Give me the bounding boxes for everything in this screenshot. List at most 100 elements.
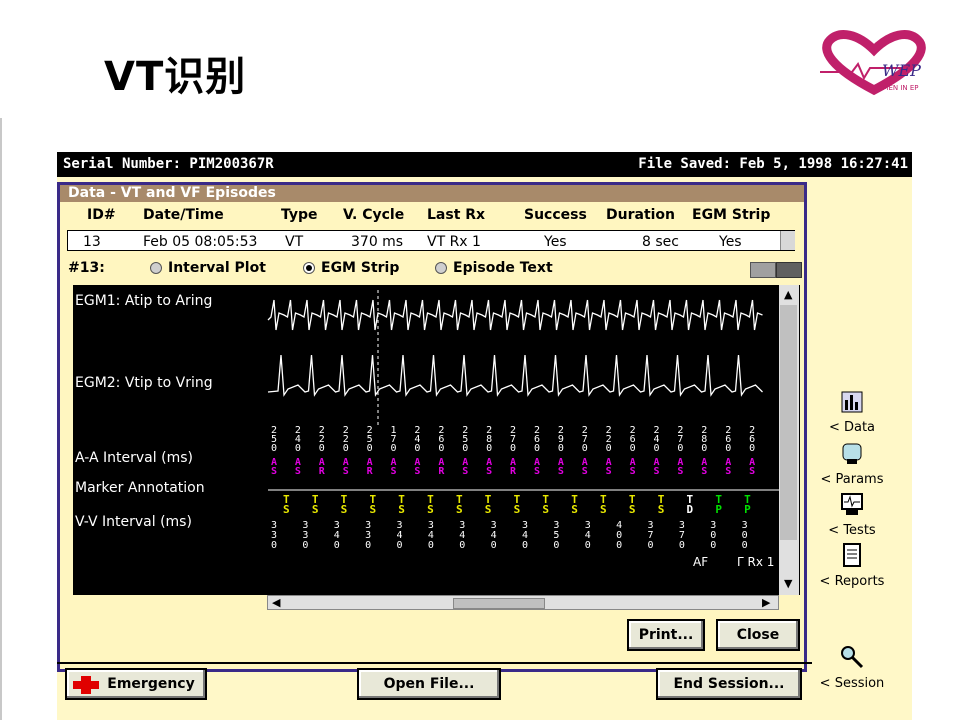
egm-strip-canvas: 2502402202202501702402602502802702602902… (267, 290, 779, 551)
hscroll-thumb[interactable] (453, 598, 545, 609)
aa-interval-digit: 0 (319, 443, 325, 454)
radio-dot-icon (435, 262, 447, 274)
vv-interval-digit: 0 (710, 540, 716, 551)
aa-interval-digit: 0 (271, 443, 277, 454)
sidebar-item-data[interactable]: < Data (817, 388, 887, 435)
atrial-marker: S (414, 466, 420, 477)
print-button[interactable]: Print... (627, 619, 705, 651)
atrial-marker: S (725, 466, 731, 477)
vv-interval-digit: 0 (679, 540, 685, 551)
atrial-marker: S (582, 466, 588, 477)
sidebar-label: < Session (819, 676, 885, 691)
radio-label: Interval Plot (168, 260, 266, 276)
row-scrollbar[interactable] (780, 231, 795, 250)
sidebar-label: < Tests (828, 523, 876, 538)
atrial-marker: R (510, 466, 517, 477)
egm2-trace (267, 354, 763, 397)
egm-strip-view: 2502402202202501702402602502802702602902… (73, 285, 800, 595)
vv-interval-digit: 0 (365, 540, 371, 551)
cell-type: VT (285, 234, 304, 250)
zoom-toggle-button[interactable] (776, 262, 802, 278)
atrial-marker: R (438, 466, 445, 477)
tests-monitor-icon (841, 493, 863, 515)
file-saved: File Saved: Feb 5, 1998 16:27:41 (638, 156, 908, 172)
scroll-thumb[interactable] (780, 305, 797, 540)
annotation-rx: Γ Rx 1 (737, 555, 775, 569)
scroll-left-icon[interactable]: ◀ (272, 596, 280, 609)
reports-document-icon (843, 543, 861, 567)
sidebar-label: < Params (820, 472, 884, 487)
atrial-marker: S (653, 466, 659, 477)
atrial-marker: S (271, 466, 277, 477)
cell-id: 13 (83, 234, 101, 250)
col-id: ID# (87, 207, 116, 223)
view-egm-strip-radio[interactable]: EGM Strip (303, 260, 399, 276)
cell-egm: Yes (719, 234, 742, 250)
vv-interval-digit: 0 (302, 540, 308, 551)
sidebar-label: < Data (828, 420, 876, 435)
ventricular-marker: S (456, 503, 463, 516)
ventricular-marker: S (571, 503, 578, 516)
ventricular-marker: S (514, 503, 521, 516)
heart-logo-icon: WEP WOMEN IN EP (820, 30, 926, 96)
aa-interval-digit: 0 (606, 443, 612, 454)
cell-success: Yes (544, 234, 567, 250)
view-interval-plot-radio[interactable]: Interval Plot (150, 260, 266, 276)
atrial-marker: S (630, 466, 636, 477)
ventricular-marker: S (658, 503, 665, 516)
atrial-marker: S (701, 466, 707, 477)
aa-interval-digit: 0 (677, 443, 683, 454)
ventricular-marker: S (485, 503, 492, 516)
aa-interval-digit: 0 (343, 443, 349, 454)
vv-interval-digit: 0 (742, 540, 748, 551)
atrial-marker: S (391, 466, 397, 477)
sidebar-item-tests[interactable]: < Tests (817, 491, 887, 538)
scroll-up-icon[interactable]: ▲ (784, 288, 792, 301)
open-file-button[interactable]: Open File... (357, 668, 501, 700)
egm2-label: EGM2: Vtip to Vring (75, 375, 213, 391)
logo-caption: WOMEN IN EP (870, 84, 919, 92)
sidebar-item-session[interactable]: < Session (817, 644, 887, 691)
ventricular-marker: S (398, 503, 405, 516)
logo-text: WEP (882, 61, 921, 80)
atrial-marker: S (558, 466, 564, 477)
atrial-marker: S (534, 466, 540, 477)
vv-interval-digit: 0 (459, 540, 465, 551)
atrial-marker: R (367, 466, 374, 477)
scroll-right-icon[interactable]: ▶ (762, 596, 770, 609)
vv-interval-digit: 0 (616, 540, 622, 551)
end-session-button[interactable]: End Session... (656, 668, 802, 700)
aa-interval-label: A-A Interval (ms) (75, 450, 193, 466)
sidebar-item-reports[interactable]: < Reports (817, 542, 887, 589)
slide-title: VT识别 (104, 54, 247, 100)
atrial-marker: S (462, 466, 468, 477)
radio-dot-icon (150, 262, 162, 274)
atrial-marker: R (319, 466, 326, 477)
strip-horizontal-scrollbar[interactable]: ◀ ▶ (267, 595, 779, 610)
aa-interval-digit: 0 (749, 443, 755, 454)
aa-interval-digit: 0 (653, 443, 659, 454)
close-button[interactable]: Close (716, 619, 800, 651)
scroll-down-icon[interactable]: ▼ (784, 577, 792, 590)
strip-vertical-scrollbar[interactable]: ▲ ▼ (779, 285, 799, 595)
status-titlebar: Serial Number: PIM200367R File Saved: Fe… (57, 152, 912, 177)
vv-interval-digit: 0 (648, 540, 654, 551)
atrial-marker: S (677, 466, 683, 477)
aa-interval-digit: 0 (462, 443, 468, 454)
col-success: Success (524, 207, 587, 223)
programmer-screen: Serial Number: PIM200367R File Saved: Fe… (57, 152, 912, 720)
emergency-button[interactable]: Emergency (65, 668, 207, 700)
ventricular-marker: P (744, 503, 751, 516)
bottom-divider (57, 662, 812, 664)
aa-interval-digit: 0 (391, 443, 397, 454)
view-episode-text-radio[interactable]: Episode Text (435, 260, 553, 276)
egm1-trace (267, 299, 763, 331)
dropdown-arrow-button[interactable] (750, 262, 776, 278)
ventricular-marker: S (312, 503, 319, 516)
col-type: Type (281, 207, 318, 223)
sidebar-item-params[interactable]: < Params (817, 440, 887, 487)
marker-annotation-label: Marker Annotation (75, 480, 205, 496)
cell-lastrx: VT Rx 1 (427, 234, 481, 250)
aa-interval-digit: 0 (414, 443, 420, 454)
sidebar-label: < Reports (819, 574, 885, 589)
